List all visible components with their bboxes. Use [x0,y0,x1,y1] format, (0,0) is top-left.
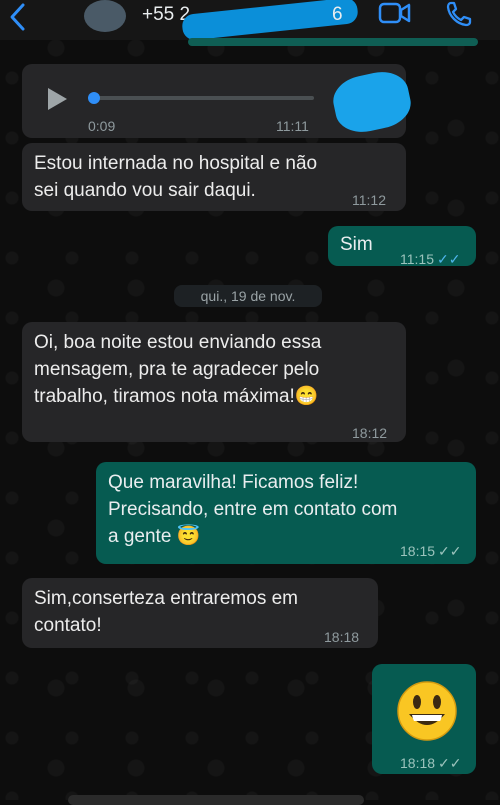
message-line: Que maravilha! Ficamos feliz! [108,472,359,493]
message-line: a gente 😇 [108,526,201,547]
message-line: Estou internada no hospital e não [34,153,318,174]
phone-icon [446,1,472,27]
delivered-ticks-icon: ✓✓ [438,543,462,559]
back-button[interactable] [8,2,32,32]
chat-header: +55 2 6 [0,0,500,46]
message-time-text: 11:15 [400,251,434,267]
video-call-icon [378,2,411,24]
sender-avatar-redacted [329,66,415,138]
contact-avatar[interactable] [84,0,126,32]
header-strip [188,38,478,46]
outgoing-emoji-message[interactable]: 18:18 ✓✓ [372,664,476,774]
voice-call-button[interactable] [445,0,479,28]
delivered-ticks-icon: ✓✓ [438,755,462,771]
message-line: Oi, boa noite estou enviando essa [34,332,322,353]
play-button[interactable] [44,86,70,112]
message-text: Oi, boa noite estou enviando essa mensag… [34,329,321,410]
message-text: Que maravilha! Ficamos feliz! Precisando… [108,469,397,550]
message-line: sei quando vou sair daqui. [34,180,256,201]
chevron-left-icon [10,3,25,31]
message-text: Sim [340,231,373,258]
contact-name-suffix: 6 [332,4,343,25]
audio-progress-track[interactable] [94,96,314,100]
input-bar-edge [68,795,364,805]
message-list: 0:09 11:11 Estou internada no hospital e… [0,46,500,800]
outgoing-message[interactable]: Que maravilha! Ficamos feliz! Precisando… [96,462,476,564]
message-line: Precisando, entre em contato com [108,499,398,520]
message-line: Sim,conserteza entraremos em [34,588,298,609]
grinning-face-emoji [396,680,458,742]
play-icon [48,88,67,110]
message-time: 18:12 [352,425,388,441]
message-time-text: 18:15 [400,543,436,559]
message-line: contato! [34,615,102,636]
incoming-message[interactable]: Sim,conserteza entraremos em contato! 18… [22,578,378,648]
video-call-button[interactable] [378,0,412,28]
outgoing-message[interactable]: Sim 11:15 ✓✓ [328,226,476,267]
date-separator: qui., 19 de nov. [174,285,322,307]
message-line: trabalho, tiramos nota máxima!😁 [34,386,319,407]
message-line: mensagem, pra te agradecer pelo [34,359,320,380]
message-text: Estou internada no hospital e não sei qu… [34,150,317,204]
message-time-text: 18:18 [400,755,436,771]
incoming-message[interactable]: Oi, boa noite estou enviando essa mensag… [22,322,406,442]
incoming-message[interactable]: Estou internada no hospital e não sei qu… [22,143,406,211]
audio-duration: 0:09 [88,118,116,134]
audio-progress-thumb[interactable] [88,92,100,104]
message-time: 18:18 ✓✓ [400,750,462,777]
audio-message-bubble[interactable]: 0:09 11:11 [22,64,415,138]
message-line: Sim [340,234,373,255]
message-time: 18:15 ✓✓ [400,538,462,565]
message-time: 11:15 ✓✓ [400,246,460,273]
message-time: 11:12 [352,192,386,208]
read-ticks-icon: ✓✓ [437,251,461,267]
message-time: 11:11 [276,118,309,134]
message-time: 18:18 [324,629,360,645]
message-text: Sim,conserteza entraremos em contato! [34,585,298,639]
